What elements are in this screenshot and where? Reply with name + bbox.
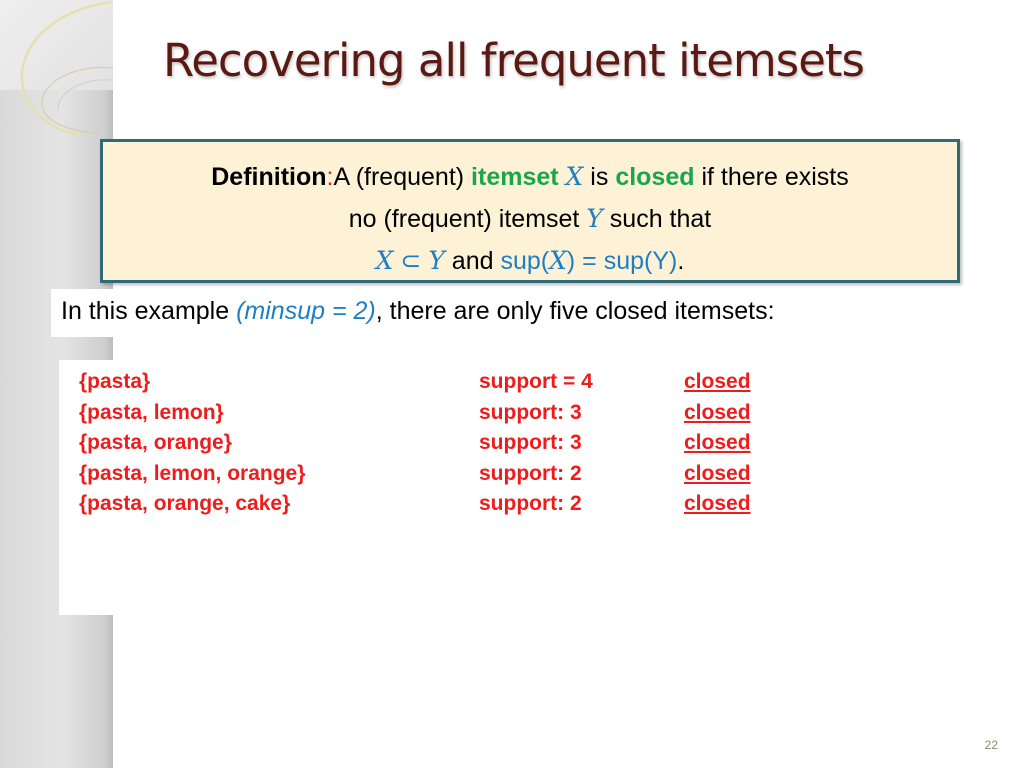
itemset-row: {pasta, orange, cake} support: 2 closed xyxy=(59,492,774,523)
var-y: Y xyxy=(586,204,603,233)
definition-period: . xyxy=(677,247,685,275)
itemset-status: closed xyxy=(684,492,751,515)
definition-line-1: Definition:A (frequent) itemset X is clo… xyxy=(103,156,957,198)
definition-text: such that xyxy=(602,205,712,233)
itemset: {pasta, lemon} xyxy=(79,401,224,424)
definition-box: Definition:A (frequent) itemset X is clo… xyxy=(100,139,960,283)
definition-line-2: no (frequent) itemset Y such that xyxy=(103,198,957,240)
slide-title: Recovering all frequent itemsets xyxy=(163,34,865,87)
example-suffix: , there are only five closed itemsets: xyxy=(375,297,775,325)
var-y: Y xyxy=(428,246,445,275)
term-closed: closed xyxy=(615,163,695,191)
closed-itemsets-list: {pasta} support = 4 closed {pasta, lemon… xyxy=(59,360,774,615)
itemset-row: {pasta, orange} support: 3 closed xyxy=(59,431,774,462)
term-itemset: itemset xyxy=(471,163,559,191)
itemset-support: support: 3 xyxy=(479,401,582,424)
swirl-ornament-icon xyxy=(20,0,113,137)
definition-text: no (frequent) itemset xyxy=(348,205,587,233)
itemset: {pasta, lemon, orange} xyxy=(79,462,306,485)
sup-function: sup( xyxy=(500,247,550,275)
example-prefix: In this example xyxy=(61,297,237,325)
definition-line-3: X ⊂ Y and sup(X) = sup(Y). xyxy=(103,240,957,282)
page-number: 22 xyxy=(984,738,998,752)
itemset-row: {pasta} support = 4 closed xyxy=(59,370,774,401)
itemset-status: closed xyxy=(684,401,751,424)
definition-label: Definition xyxy=(211,163,327,191)
subset-symbol: ⊂ xyxy=(393,247,429,275)
itemset-status: closed xyxy=(684,370,751,393)
itemset-status: closed xyxy=(684,431,751,454)
itemset-support: support = 4 xyxy=(479,370,593,393)
itemset: {pasta, orange} xyxy=(79,431,232,454)
example-strip: In this example (minsup = 2), there are … xyxy=(51,289,969,337)
itemset-row: {pasta, lemon} support: 3 closed xyxy=(59,401,774,432)
definition-text: is xyxy=(583,163,616,191)
slide: Recovering all frequent itemsets Definit… xyxy=(0,0,1024,768)
itemset-status: closed xyxy=(684,462,751,485)
definition-text: and xyxy=(444,247,501,275)
sup-function: ) = sup(Y) xyxy=(566,247,678,275)
itemset: {pasta} xyxy=(79,370,151,393)
var-x: X xyxy=(549,246,567,275)
example-sentence: In this example (minsup = 2), there are … xyxy=(61,297,775,326)
itemset-support: support: 2 xyxy=(479,492,582,515)
itemset-support: support: 3 xyxy=(479,431,582,454)
definition-text: if there exists xyxy=(694,163,849,191)
itemset-row: {pasta, lemon, orange} support: 2 closed xyxy=(59,462,774,493)
definition-text: A (frequent) xyxy=(333,163,472,191)
itemset: {pasta, orange, cake} xyxy=(79,492,291,515)
var-x: X xyxy=(565,162,584,191)
itemset-support: support: 2 xyxy=(479,462,582,485)
var-x: X xyxy=(375,246,394,275)
minsup-value: (minsup = 2) xyxy=(236,297,376,325)
